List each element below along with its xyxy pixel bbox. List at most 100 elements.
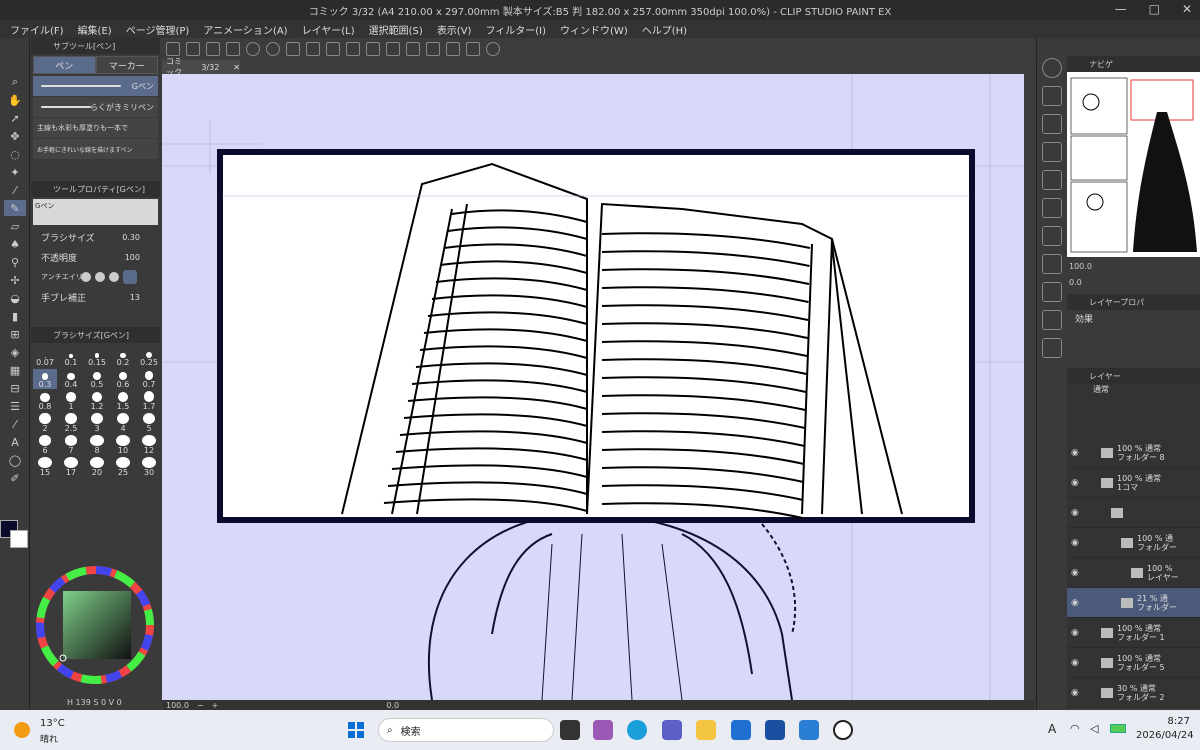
panel-icon[interactable] [1042,142,1062,162]
show-selection-icon[interactable] [386,42,400,56]
brush-size-option[interactable]: 30 [137,457,161,477]
brush-size-option[interactable]: 1.5 [111,391,135,411]
explorer-icon[interactable] [696,720,716,740]
zoom-in-icon[interactable]: + [212,701,219,710]
tab-marker[interactable]: マーカー [95,56,158,74]
text-tool-icon[interactable]: A [4,434,26,450]
zoom-out-icon[interactable]: − [197,701,204,710]
hand-tool-icon[interactable]: ✋ [4,92,26,108]
menu-filter[interactable]: フィルター(I) [485,22,546,37]
page-thumbnail[interactable] [1070,135,1128,181]
brush-size-option[interactable]: 0.15 [85,347,109,367]
brush-size-option[interactable]: 3 [85,413,109,433]
brush-rakugaki-pen[interactable]: らくがきミリペン [33,97,158,117]
brush-easy-pen[interactable]: お手軽にきれいな線を描けますペン [33,139,158,159]
layer-visibility-icon[interactable]: ◉ [1071,508,1079,518]
clip-studio-taskbar-icon[interactable] [833,720,853,740]
menu-layer[interactable]: レイヤー(L) [302,22,355,37]
clip-studio-assets-icon[interactable] [1042,58,1062,78]
snap-ruler-icon[interactable] [426,42,440,56]
zoom-tool-icon[interactable]: ⌕ [4,74,26,90]
sub-color-swatch[interactable] [10,530,28,548]
deselect-icon[interactable] [346,42,360,56]
brush-size-option[interactable]: 0.7 [137,369,161,389]
ruler-tool-icon[interactable]: ☰ [4,398,26,414]
antialias-weak-icon[interactable] [95,272,105,282]
panel-icon[interactable] [1042,282,1062,302]
brush-size-option[interactable]: 0.8 [33,391,57,411]
drawing-canvas[interactable] [162,74,1024,700]
marker-tool-icon[interactable]: ▮ [4,308,26,324]
ime-indicator[interactable]: A [1048,722,1056,736]
brush-size-option[interactable]: 5 [137,413,161,433]
layer-row[interactable]: ◉ 100 % 通常 フォルダー 8 [1067,438,1200,468]
layer-visibility-icon[interactable]: ◉ [1071,448,1079,458]
taskbar-search[interactable]: ⌕ 検索 [378,718,554,742]
panel-icon[interactable] [1042,114,1062,134]
pen-tool-icon[interactable]: ✎ [4,200,26,216]
page-thumbnail[interactable] [1070,181,1128,253]
lasso-tool-icon[interactable]: ◌ [4,146,26,162]
undo-icon[interactable] [246,42,260,56]
brush-size-option[interactable]: 25 [111,457,135,477]
operation-tool-icon[interactable]: ➚ [4,110,26,126]
battery-icon[interactable] [1110,724,1126,733]
brush-size-option[interactable]: 15 [33,457,57,477]
document-tab[interactable]: コミック 3/32 ✕ [162,57,240,77]
layer-row[interactable]: ◉ 100 % 通常 1コマ [1067,468,1200,498]
opacity-value[interactable]: 100 [125,253,140,262]
menu-file[interactable]: ファイル(F) [10,22,64,37]
layer-visibility-icon[interactable]: ◉ [1071,628,1079,638]
clock-time[interactable]: 8:27 [1150,716,1190,727]
brush-size-option[interactable]: 10 [111,435,135,455]
airbrush-icon[interactable]: ⚲ [4,254,26,270]
fill-tool-icon[interactable]: ◈ [4,344,26,360]
brush-size-option[interactable]: 2 [33,413,57,433]
brush-size-option[interactable]: 17 [59,457,83,477]
brush-size-option[interactable]: 0.6 [111,369,135,389]
blend-mode-select[interactable]: 通常 [1067,384,1200,398]
invert-selection-icon[interactable] [366,42,380,56]
open-icon[interactable] [206,42,220,56]
wifi-icon[interactable]: ◠ [1070,722,1080,735]
brush-size-option[interactable]: 0.1 [59,347,83,367]
layer-visibility-icon[interactable]: ◉ [1071,568,1079,578]
gradient-tool-icon[interactable]: ▦ [4,362,26,378]
layer-row[interactable]: ◉ 100 % 通常 フォルダー 1 [1067,618,1200,648]
panel-icon[interactable] [1042,198,1062,218]
volume-icon[interactable]: ◁ [1090,722,1098,735]
snap-icon[interactable] [406,42,420,56]
fill-icon[interactable] [306,42,320,56]
brush-size-option[interactable]: 0.4 [59,369,83,389]
antialias-strong-icon[interactable] [123,270,137,284]
eraser-icon[interactable]: ▱ [4,218,26,234]
brush-size-value[interactable]: 0.30 [122,233,140,242]
brush-size-option[interactable]: 2.5 [59,413,83,433]
help-icon[interactable] [486,42,500,56]
navigator-rotate[interactable]: 0.0 [1069,278,1082,287]
angle-value[interactable]: 0.0 [386,701,399,710]
layer-visibility-icon[interactable]: ◉ [1071,598,1079,608]
windows-start-icon[interactable] [348,722,364,738]
close-button[interactable]: ✕ [1182,2,1192,16]
brush-size-option[interactable]: 0.2 [111,347,135,367]
move-tool-icon[interactable]: ✥ [4,128,26,144]
new-icon[interactable] [186,42,200,56]
figure-tool-icon[interactable]: ⊟ [4,380,26,396]
brush-size-option[interactable]: 4 [111,413,135,433]
navigator-zoom[interactable]: 100.0 [1069,262,1092,271]
menu-animation[interactable]: アニメーション(A) [203,22,287,37]
brush-tool-icon[interactable]: ♠ [4,236,26,252]
panel-icon[interactable] [1042,170,1062,190]
layer-row[interactable]: ◉ [1067,498,1200,528]
layer-row[interactable]: ◉ 100 % レイヤー [1067,558,1200,588]
frame-tool-icon[interactable]: ⊞ [4,326,26,342]
copilot-icon[interactable] [593,720,613,740]
brush-size-option[interactable]: 12 [137,435,161,455]
brush-size-option[interactable]: 1.7 [137,391,161,411]
layer-visibility-icon[interactable]: ◉ [1071,688,1079,698]
weather-sun-icon[interactable] [14,722,30,738]
brush-size-option[interactable]: 1 [59,391,83,411]
mail-icon[interactable] [765,720,785,740]
pen-ruler-icon[interactable]: ⁄ [4,416,26,432]
